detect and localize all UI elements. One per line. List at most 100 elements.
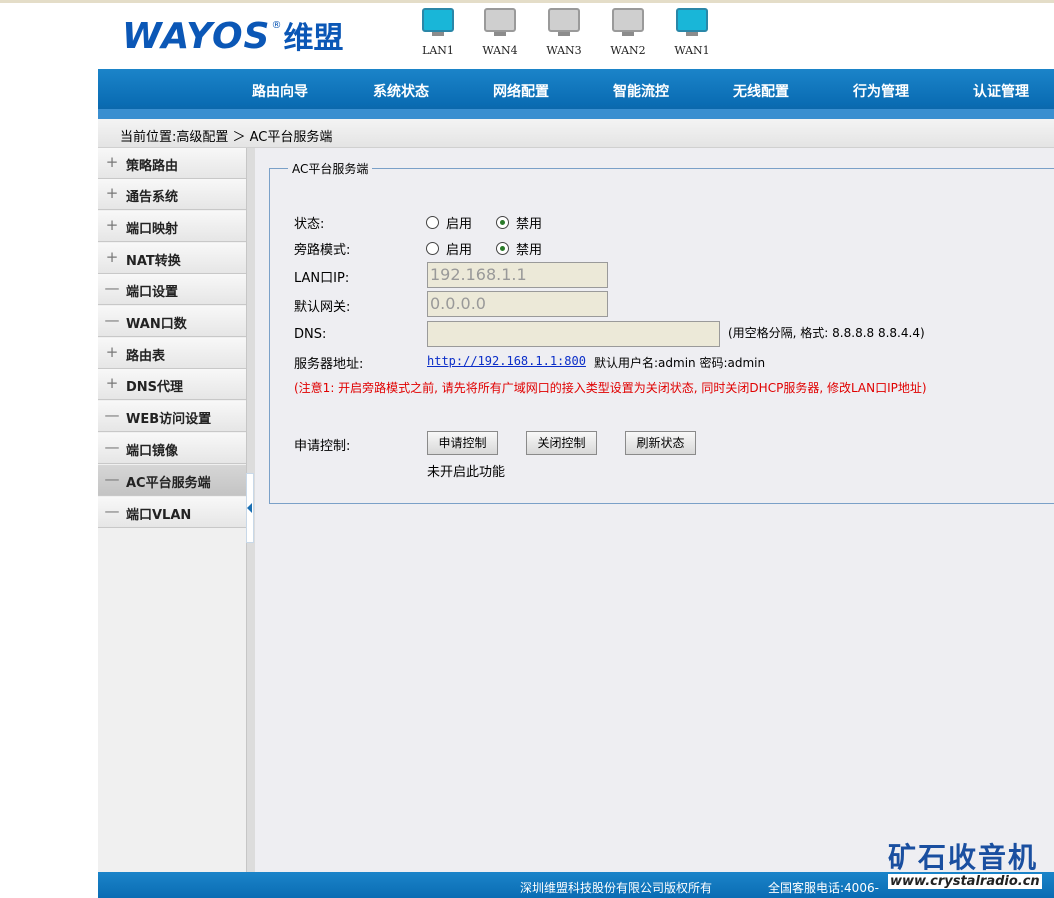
port-label: WAN4: [482, 44, 518, 57]
expand-icon: +: [105, 216, 119, 234]
bypass-enable-radio[interactable]: [426, 242, 439, 255]
port-wan4[interactable]: WAN4: [480, 8, 520, 57]
sidebar-item-label: WAN口数: [126, 317, 187, 332]
monitor-icon: [676, 8, 708, 36]
sidebar-item-ac-server[interactable]: — AC平台服务端: [98, 465, 246, 496]
sidebar-item-label: WEB访问设置: [126, 412, 212, 427]
sidebar-item-label: AC平台服务端: [126, 476, 211, 491]
port-lan1[interactable]: LAN1: [418, 8, 458, 57]
nav-auth-management[interactable]: 认证管理: [973, 81, 1029, 101]
nav-traffic-control[interactable]: 智能流控: [613, 81, 669, 101]
collapse-icon: —: [104, 438, 120, 456]
bypass-radio-group: 启用 禁用: [426, 239, 566, 258]
sidebar-item-label: DNS代理: [126, 380, 184, 395]
breadcrumb: 当前位置:高级配置 ＞ AC平台服务端: [98, 119, 1054, 148]
sidebar-item-web-access[interactable]: — WEB访问设置: [98, 401, 246, 432]
logo-text-en: WAYOS: [122, 16, 271, 57]
watermark-logo: 矿石收音机: [888, 841, 1039, 874]
sidebar-item-label: 端口镜像: [126, 444, 179, 459]
ac-server-fieldset: AC平台服务端 状态: 启用 禁用 旁路模式: 启用 禁用 LAN口IP: 19…: [269, 160, 1054, 504]
monitor-icon: [484, 8, 516, 36]
server-address-link[interactable]: http://192.168.1.1:800: [427, 354, 586, 368]
collapse-sidebar-handle[interactable]: [246, 473, 254, 543]
sidebar-item-label: 策略路由: [126, 159, 179, 174]
nav-network-config[interactable]: 网络配置: [493, 81, 549, 101]
sidebar-item-label: 端口VLAN: [126, 508, 192, 523]
logo-text-cn: 维盟: [283, 21, 344, 56]
sidebar-item-label: 端口映射: [126, 222, 179, 237]
collapse-icon: —: [104, 502, 120, 520]
close-control-button[interactable]: 关闭控制: [526, 431, 597, 455]
registered-mark: ®: [271, 20, 282, 31]
status-disable-radio[interactable]: [496, 216, 510, 229]
sidebar-item-routing-table[interactable]: + 路由表: [98, 338, 246, 369]
sidebar-item-policy-routing[interactable]: + 策略路由: [98, 148, 246, 179]
bypass-mode-label: 旁路模式:: [294, 243, 351, 258]
sidebar-item-port-mirror[interactable]: — 端口镜像: [98, 433, 246, 464]
lan-ip-label: LAN口IP:: [294, 271, 350, 286]
nav-behavior-management[interactable]: 行为管理: [853, 81, 909, 101]
port-label: WAN2: [610, 44, 646, 57]
watermark-url: www.crystalradio.cn: [888, 874, 1042, 889]
collapse-icon: —: [104, 279, 120, 297]
sidebar-item-port-vlan[interactable]: — 端口VLAN: [98, 497, 246, 528]
main-content: AC平台服务端 状态: 启用 禁用 旁路模式: 启用 禁用 LAN口IP: 19…: [255, 148, 1054, 872]
status-label: 状态:: [294, 217, 325, 232]
sidebar-item-notice-system[interactable]: + 通告系统: [98, 179, 246, 210]
port-label: WAN3: [546, 44, 582, 57]
radio-label: 启用: [446, 243, 473, 258]
radio-label: 启用: [446, 217, 473, 232]
status-enable-radio[interactable]: [426, 216, 439, 229]
monitor-icon: [612, 8, 644, 36]
port-label: WAN1: [674, 44, 710, 57]
nav-setup-wizard[interactable]: 路由向导: [252, 81, 308, 101]
expand-icon: +: [105, 248, 119, 266]
expand-icon: +: [105, 153, 119, 171]
function-status-text: 未开启此功能: [427, 465, 506, 480]
port-wan1[interactable]: WAN1: [672, 8, 712, 57]
sidebar-item-label: NAT转换: [126, 254, 181, 269]
monitor-icon: [422, 8, 454, 36]
refresh-status-button[interactable]: 刷新状态: [625, 431, 696, 455]
header: WAYOS ® 维盟 LAN1 WAN4 WAN3 WAN2 WAN1: [98, 3, 1054, 69]
gateway-label: 默认网关:: [294, 300, 351, 315]
collapse-icon: —: [104, 311, 120, 329]
sidebar: + 策略路由 + 通告系统 + 端口映射 + NAT转换 — 端口设置 — WAN口数 + 路…: [98, 148, 246, 872]
radio-label: 禁用: [516, 217, 543, 232]
sidebar-item-label: 路由表: [126, 349, 166, 364]
expand-icon: +: [105, 374, 119, 392]
fieldset-legend: AC平台服务端: [288, 160, 373, 177]
port-label: LAN1: [422, 44, 454, 57]
sidebar-item-nat[interactable]: + NAT转换: [98, 243, 246, 274]
sidebar-item-port-mapping[interactable]: + 端口映射: [98, 211, 246, 242]
port-wan3[interactable]: WAN3: [544, 8, 584, 57]
sidebar-item-label: 通告系统: [126, 190, 179, 205]
sidebar-item-dns-proxy[interactable]: + DNS代理: [98, 369, 246, 400]
port-wan2[interactable]: WAN2: [608, 8, 648, 57]
nav-wireless-config[interactable]: 无线配置: [733, 81, 789, 101]
sidebar-item-wan-count[interactable]: — WAN口数: [98, 306, 246, 337]
lan-ip-input[interactable]: 192.168.1.1: [427, 262, 608, 288]
main-nav: 路由向导 系统状态 网络配置 智能流控 无线配置 行为管理 认证管理: [98, 69, 1054, 119]
apply-control-button[interactable]: 申请控制: [427, 431, 498, 455]
nav-system-status[interactable]: 系统状态: [373, 81, 429, 101]
monitor-icon: [548, 8, 580, 36]
bypass-disable-radio[interactable]: [496, 242, 510, 255]
radio-label: 禁用: [516, 243, 543, 258]
gateway-input[interactable]: 0.0.0.0: [427, 291, 608, 317]
expand-icon: +: [105, 184, 119, 202]
collapse-icon: —: [104, 406, 120, 424]
collapse-icon: —: [104, 470, 120, 488]
sidebar-item-label: 端口设置: [126, 285, 179, 300]
copyright-text: 深圳维盟科技股份有限公司版权所有: [520, 881, 713, 895]
server-address-label: 服务器地址:: [294, 357, 364, 372]
status-radio-group: 启用 禁用: [426, 213, 566, 232]
expand-icon: +: [105, 343, 119, 361]
wayos-logo: WAYOS ® 维盟: [122, 13, 343, 61]
breadcrumb-text: 当前位置:高级配置 ＞ AC平台服务端: [120, 130, 333, 145]
sidebar-item-port-settings[interactable]: — 端口设置: [98, 274, 246, 305]
apply-control-label: 申请控制:: [294, 439, 351, 454]
bypass-warning: (注意1: 开启旁路模式之前, 请先将所有广域网口的接入类型设置为关闭状态, 同…: [294, 381, 927, 395]
dns-label: DNS:: [294, 327, 327, 342]
dns-input[interactable]: [427, 321, 720, 347]
